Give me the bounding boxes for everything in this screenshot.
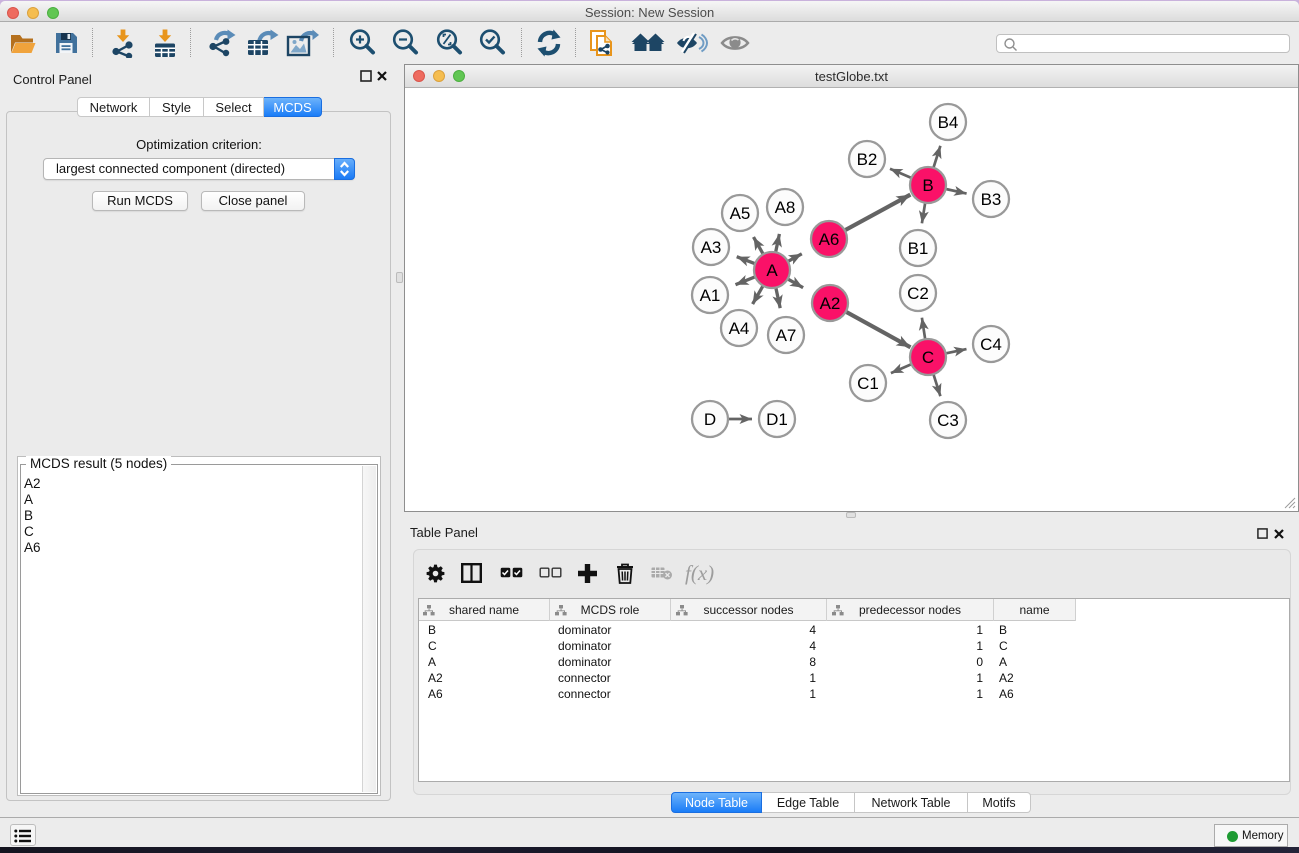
svg-text:C2: C2: [907, 284, 929, 303]
svg-text:A: A: [766, 261, 778, 280]
svg-text:A3: A3: [701, 238, 722, 257]
svg-text:C3: C3: [937, 411, 959, 430]
svg-text:B1: B1: [908, 239, 929, 258]
svg-text:A1: A1: [700, 286, 721, 305]
svg-text:B4: B4: [938, 113, 959, 132]
svg-text:A6: A6: [819, 230, 840, 249]
svg-text:C: C: [922, 348, 934, 367]
svg-text:A8: A8: [775, 198, 796, 217]
svg-text:B3: B3: [981, 190, 1002, 209]
svg-text:A5: A5: [730, 204, 751, 223]
svg-text:A4: A4: [729, 319, 750, 338]
svg-text:A7: A7: [776, 326, 797, 345]
svg-text:B2: B2: [857, 150, 878, 169]
svg-text:D: D: [704, 410, 716, 429]
svg-text:C4: C4: [980, 335, 1002, 354]
svg-text:C1: C1: [857, 374, 879, 393]
svg-text:D1: D1: [766, 410, 788, 429]
svg-text:A2: A2: [820, 294, 841, 313]
svg-text:B: B: [922, 176, 933, 195]
